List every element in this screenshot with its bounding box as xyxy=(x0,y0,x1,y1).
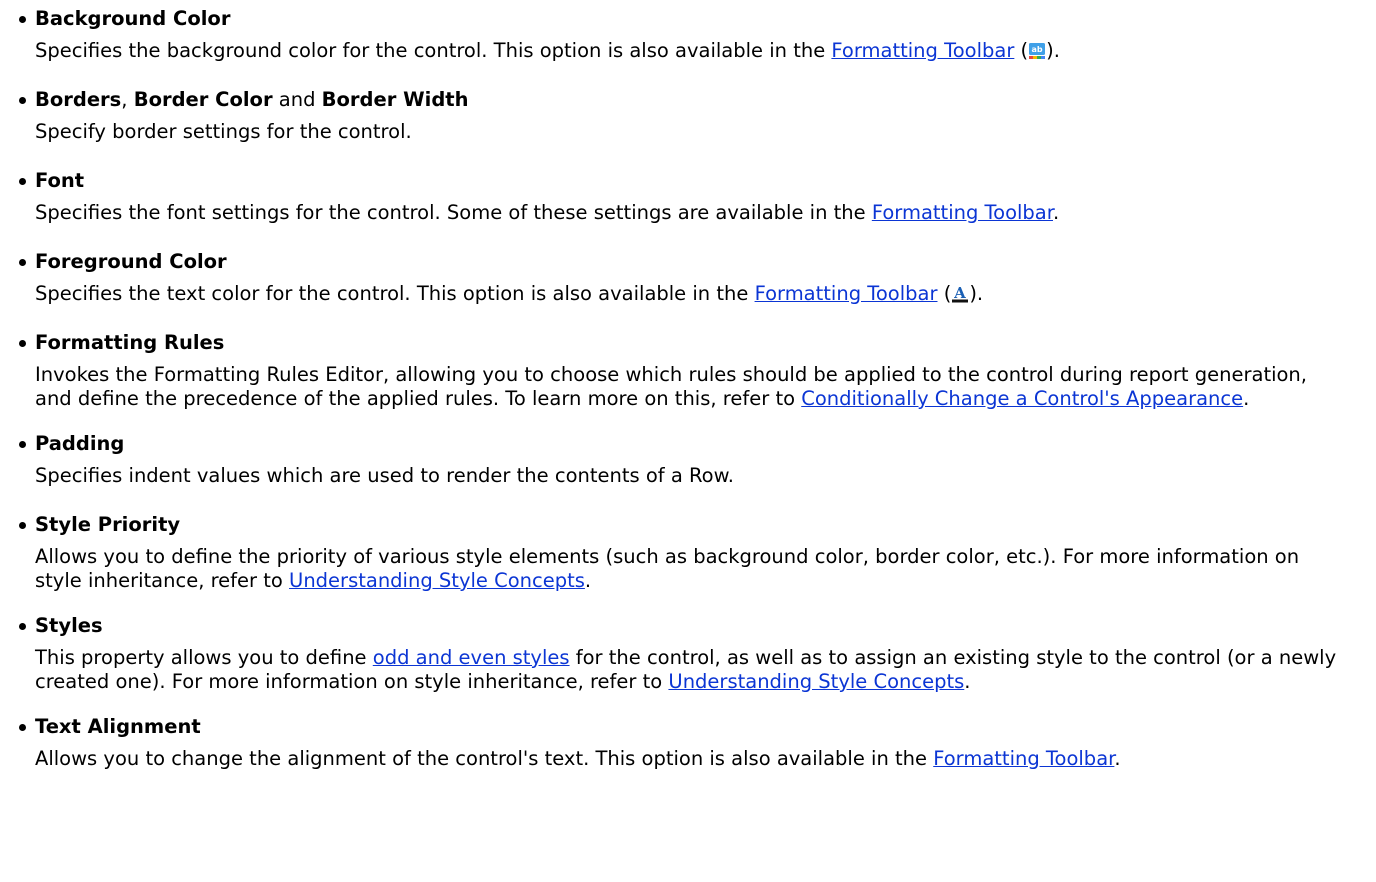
document-body: Background Color Specifies the backgroun… xyxy=(0,0,1376,771)
property-title: Formatting Rules xyxy=(35,331,225,354)
list-item-formatting-rules: Formatting Rules Invokes the Formatting … xyxy=(0,326,1376,411)
list-item-padding: Padding Specifies indent values which ar… xyxy=(0,427,1376,492)
description-text: Allows you to define the priority of var… xyxy=(35,545,1300,592)
svg-text:ab: ab xyxy=(1032,45,1043,54)
description-end: . xyxy=(1052,201,1060,224)
formatting-toolbar-link[interactable]: Formatting Toolbar xyxy=(872,201,1053,224)
property-description: Specifies the background color for the c… xyxy=(35,35,1376,67)
understanding-style-concepts-link[interactable]: Understanding Style Concepts xyxy=(668,670,964,693)
description-end: . xyxy=(1114,747,1121,770)
title-border-width: Border Width xyxy=(321,88,469,111)
title-separator: , xyxy=(121,88,134,111)
property-description: Specifies the font settings for the cont… xyxy=(35,197,1376,229)
description-end: . xyxy=(584,569,592,592)
formatting-toolbar-link[interactable]: Formatting Toolbar xyxy=(755,282,938,305)
list-item-styles: Styles This property allows you to defin… xyxy=(0,609,1376,694)
paren-close: ). xyxy=(969,282,984,305)
formatting-toolbar-link[interactable]: Formatting Toolbar xyxy=(933,747,1114,770)
conditionally-change-appearance-link[interactable]: Conditionally Change a Control's Appeara… xyxy=(801,387,1243,410)
property-description: Specifies the text color for the control… xyxy=(35,278,1376,310)
property-description: This property allows you to define odd a… xyxy=(35,642,1345,694)
title-border-color: Border Color xyxy=(133,88,273,111)
property-description: Specifies indent values which are used t… xyxy=(35,464,734,487)
property-title: Styles xyxy=(35,614,103,637)
property-title: Text Alignment xyxy=(35,715,201,738)
property-list: Background Color Specifies the backgroun… xyxy=(0,2,1376,771)
property-description: Allows you to change the alignment of th… xyxy=(35,743,1345,771)
formatting-toolbar-link[interactable]: Formatting Toolbar xyxy=(831,39,1014,62)
description-text: Allows you to change the alignment of th… xyxy=(35,747,934,770)
description-text: Specifies the text color for the control… xyxy=(35,282,755,305)
description-text: Specifies the background color for the c… xyxy=(35,39,832,62)
property-title: Font xyxy=(35,169,85,192)
foreground-color-icon: A xyxy=(952,285,969,303)
property-title: Padding xyxy=(35,432,125,455)
property-title: Foreground Color xyxy=(35,250,227,273)
background-color-icon: ab xyxy=(1029,43,1046,59)
property-description: Specify border settings for the control. xyxy=(35,120,412,143)
title-separator: and xyxy=(272,88,322,111)
odd-even-styles-link[interactable]: odd and even styles xyxy=(373,646,570,669)
list-item-foreground-color: Foreground Color Specifies the text colo… xyxy=(0,245,1376,310)
list-item-font: Font Specifies the font settings for the… xyxy=(0,164,1376,229)
understanding-style-concepts-link[interactable]: Understanding Style Concepts xyxy=(289,569,585,592)
description-end: . xyxy=(964,670,971,693)
title-borders: Borders xyxy=(35,88,122,111)
description-text: Specifies the font settings for the cont… xyxy=(35,201,872,224)
property-description: Allows you to define the priority of var… xyxy=(35,541,1345,593)
property-description: Invokes the Formatting Rules Editor, all… xyxy=(35,359,1345,411)
paren-open: ( xyxy=(1014,39,1029,62)
list-item-text-alignment: Text Alignment Allows you to change the … xyxy=(0,710,1376,771)
description-end: . xyxy=(1243,387,1250,410)
property-title: Borders, Border Color and Border Width xyxy=(35,83,1376,116)
paren-open: ( xyxy=(937,282,952,305)
svg-text:A: A xyxy=(953,285,966,302)
list-item-style-priority: Style Priority Allows you to define the … xyxy=(0,508,1376,593)
property-title: Background Color xyxy=(35,7,231,30)
property-title: Style Priority xyxy=(35,513,181,536)
description-text: This property allows you to define xyxy=(35,646,373,669)
list-item-background-color: Background Color Specifies the backgroun… xyxy=(0,2,1376,67)
list-item-borders: Borders, Border Color and Border Width S… xyxy=(0,83,1376,148)
paren-close: ). xyxy=(1046,39,1060,62)
